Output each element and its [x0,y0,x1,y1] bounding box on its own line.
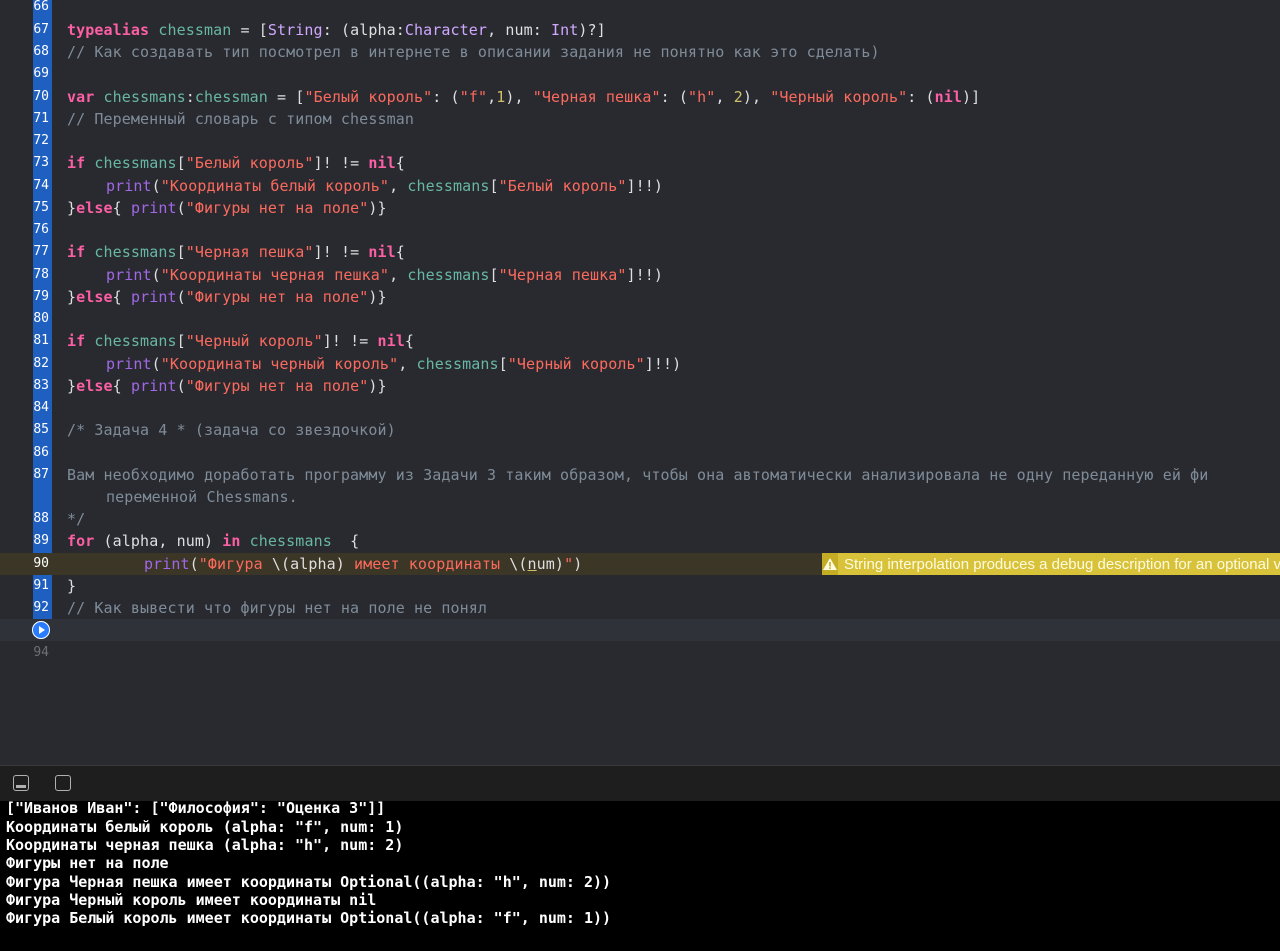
play-circle-icon[interactable] [32,621,50,639]
warning-badge[interactable]: String interpolation produces a debug de… [822,553,1280,575]
code-line[interactable]: 79 }else{ print("Фигуры нет на поле")} [0,286,1280,308]
line-number[interactable]: 85 [0,419,49,441]
code-text[interactable]: for (alpha, num) in chessmans { [67,530,359,552]
line-number[interactable]: 68 [0,41,49,63]
code-text[interactable]: }else{ print("Фигуры нет на поле")} [67,286,387,308]
hide-debug-area-icon[interactable] [13,775,29,791]
code-line[interactable]: 73 if chessmans["Белый король"]! != nil{ [0,152,1280,174]
code-line[interactable]: 84 [0,397,1280,419]
code-text[interactable]: } [67,575,76,597]
code-line[interactable]: 82 print("Координаты черный король", che… [0,353,1280,375]
line-number[interactable]: 79 [0,286,49,308]
code-text[interactable]: var chessmans:chessman = ["Белый король"… [67,86,980,108]
line-number[interactable]: 66 [0,0,49,18]
line-number[interactable]: 94 [0,642,49,664]
debug-area-toolbar [0,765,1280,801]
line-number[interactable]: 73 [0,152,49,174]
code-line[interactable]: 67 typealias chessman = [String: (alpha:… [0,19,1280,41]
code-comment[interactable]: // Как вывести что фигуры нет на поле не… [67,597,487,619]
code-line[interactable]: 76 [0,219,1280,241]
line-number[interactable]: 83 [0,375,49,397]
code-text[interactable]: print("Координаты белый король", chessma… [106,175,663,197]
code-comment[interactable]: // Как создавать тип посмотрел в интерне… [67,41,880,63]
line-number[interactable]: 67 [0,19,49,41]
code-line[interactable]: 92 // Как вывести что фигуры нет на поле… [0,597,1280,619]
code-line[interactable]: 68 // Как создавать тип посмотрел в инте… [0,41,1280,63]
line-number[interactable]: 72 [0,130,49,152]
line-number[interactable]: 81 [0,330,49,352]
code-text[interactable]: print("Фигура \(alpha) имеет координаты … [144,553,582,575]
code-comment[interactable]: // Переменный словарь с типом chessman [67,108,414,130]
code-line[interactable]: 75 }else{ print("Фигуры нет на поле")} [0,197,1280,219]
code-text[interactable]: if chessmans["Черный король"]! != nil{ [67,330,414,352]
split-view-icon[interactable] [55,775,71,791]
code-text[interactable]: print("Координаты черный король", chessm… [106,353,681,375]
warning-triangle-icon [822,553,838,575]
line-number[interactable]: 75 [0,197,49,219]
console-line: Координаты черная пешка (alpha: "h", num… [6,836,404,854]
code-text[interactable]: if chessmans["Черная пешка"]! != nil{ [67,241,405,263]
code-line[interactable]: 81 if chessmans["Черный король"]! != nil… [0,330,1280,352]
line-number[interactable]: 88 [0,508,49,530]
code-line[interactable]: 86 [0,442,1280,464]
console-line: Фигура Черная пешка имеет координаты Opt… [6,873,612,891]
code-line[interactable]: 88 */ [0,508,1280,530]
console-output[interactable]: ["Иванов Иван": ["Философия": "Оценка 3"… [0,801,1280,951]
code-editor[interactable]: 66 67 typealias chessman = [String: (alp… [0,0,1280,765]
line-number[interactable]: 90 [0,553,49,575]
line-number[interactable]: 78 [0,264,49,286]
code-line[interactable]: 94 [0,642,1280,664]
code-line[interactable]: 72 [0,130,1280,152]
code-line[interactable]: 69 [0,63,1280,85]
line-number[interactable]: 89 [0,530,49,552]
code-line[interactable]: 85 /* Задача 4 * (задача со звездочкой) [0,419,1280,441]
line-number[interactable]: 87 [0,464,49,486]
console-line: Фигуры нет на поле [6,854,169,872]
console-line: Фигура Белый король имеет координаты Opt… [6,909,612,927]
code-comment[interactable]: Вам необходимо доработать программу из З… [67,464,1208,486]
code-line[interactable]: 70 var chessmans:chessman = ["Белый коро… [0,86,1280,108]
line-number[interactable]: 82 [0,353,49,375]
code-text[interactable]: }else{ print("Фигуры нет на поле")} [67,197,387,219]
line-number[interactable]: 77 [0,241,49,263]
code-line[interactable]: 77 if chessmans["Черная пешка"]! != nil{ [0,241,1280,263]
code-text[interactable]: print("Координаты черная пешка", chessma… [106,264,663,286]
line-number[interactable]: 69 [0,63,49,85]
code-line-current[interactable] [0,619,1280,641]
code-line[interactable]: 91 } [0,575,1280,597]
line-number[interactable]: 80 [0,308,49,330]
line-number[interactable]: 74 [0,175,49,197]
code-line[interactable]: 71 // Переменный словарь с типом chessma… [0,108,1280,130]
code-line[interactable]: 83 }else{ print("Фигуры нет на поле")} [0,375,1280,397]
code-line[interactable]: 89 for (alpha, num) in chessmans { [0,530,1280,552]
code-line[interactable]: 74 print("Координаты белый король", ches… [0,175,1280,197]
code-comment[interactable]: /* Задача 4 * (задача со звездочкой) [67,419,396,441]
line-number[interactable]: 70 [0,86,49,108]
console-line: ["Иванов Иван": ["Философия": "Оценка 3"… [6,801,386,817]
console-line: Координаты белый король (alpha: "f", num… [6,818,404,836]
code-text[interactable]: typealias chessman = [String: (alpha:Cha… [67,19,606,41]
code-line[interactable]: 80 [0,308,1280,330]
code-line-wrap[interactable]: переменной Chessmans. [0,486,1280,508]
line-number[interactable]: 71 [0,108,49,130]
code-text[interactable]: if chessmans["Белый король"]! != nil{ [67,152,405,174]
warning-message: String interpolation produces a debug de… [844,555,1280,573]
code-line[interactable]: 78 print("Координаты черная пешка", ches… [0,264,1280,286]
code-line[interactable]: 66 [0,0,1280,18]
line-number[interactable]: 84 [0,397,49,419]
console-line: Фигура Черный король имеет координаты ni… [6,891,377,909]
line-number[interactable]: 92 [0,597,49,619]
line-number[interactable]: 76 [0,219,49,241]
line-number[interactable]: 86 [0,442,49,464]
code-text[interactable]: }else{ print("Фигуры нет на поле")} [67,375,387,397]
line-number[interactable]: 91 [0,575,49,597]
code-comment[interactable]: переменной Chessmans. [106,486,298,508]
code-comment[interactable]: */ [67,508,85,530]
code-line[interactable]: 87 Вам необходимо доработать программу и… [0,464,1280,486]
